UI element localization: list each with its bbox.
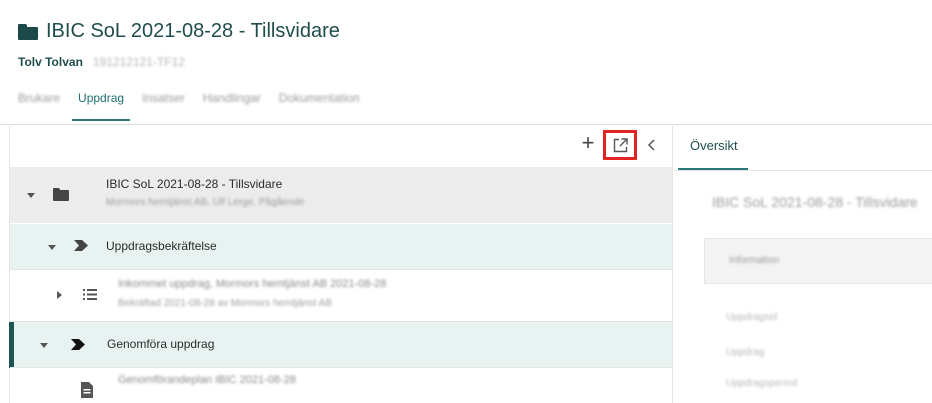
information-section[interactable]: Information (704, 238, 932, 284)
tree-row-subtitle: Bekräftad 2021-08-28 av Mormors hemtjäns… (118, 298, 332, 309)
tree-row-incoming-assignment[interactable]: Inkommet uppdrag, Mormors hemtjänst AB 2… (10, 269, 672, 321)
add-button[interactable]: + (578, 132, 598, 156)
tree-row-title: Genomföra uppdrag (107, 337, 215, 351)
list-icon (83, 289, 97, 300)
tree-panel: + IBIC SoL 2021-08-28 - Tillsvidare Morm… (9, 126, 673, 403)
section-label: Information (729, 255, 780, 266)
tree-row-execute-assignment[interactable]: Genomföra uppdrag (9, 321, 672, 368)
person-id: 191212121-TF12 (92, 55, 185, 69)
chevron-step-icon (74, 240, 88, 251)
tree-row-title: Inkommet uppdrag, Mormors hemtjänst AB 2… (118, 278, 387, 290)
person-name[interactable]: Tolv Tolvan (18, 55, 83, 69)
expand-caret-icon[interactable] (27, 193, 35, 198)
tree-row-confirmation[interactable]: Uppdragsbekräftelse (10, 223, 672, 269)
expand-caret-icon[interactable] (40, 343, 48, 348)
page-title: IBIC SoL 2021-08-28 - Tillsvidare (46, 20, 340, 42)
overview-panel: Översikt IBIC SoL 2021-08-28 - Tillsvida… (674, 126, 932, 403)
page-header: IBIC SoL 2021-08-28 - Tillsvidare Tolv T… (0, 0, 932, 125)
tab-insatser[interactable]: Insatser (142, 85, 185, 125)
tab-handlingar[interactable]: Handlingar (203, 85, 261, 125)
field-label: Uppdrag (726, 347, 765, 358)
field-label: Uppdragsperiod (726, 378, 798, 389)
tab-oversikt[interactable]: Översikt (678, 126, 748, 170)
tab-dokumentation[interactable]: Dokumentation (279, 85, 360, 125)
tab-uppdrag[interactable]: Uppdrag (72, 85, 131, 125)
folder-icon (18, 23, 38, 40)
field-label: Uppdragsid (726, 312, 778, 323)
folder-icon (53, 188, 69, 201)
collapse-panel-button[interactable] (644, 135, 660, 155)
tree-row-subtitle: Mormors hemtjänst AB, Ulf Lerge, Pågåend… (106, 197, 305, 208)
chevron-left-icon (647, 139, 655, 151)
tree-row-plan[interactable]: Genomförandeplan IBIC 2021-08-28 (10, 367, 672, 403)
document-icon (81, 382, 93, 398)
tree-row-title: Genomförandeplan IBIC 2021-08-28 (118, 374, 296, 386)
expand-caret-icon[interactable] (48, 245, 56, 250)
open-in-new-window-button[interactable] (603, 130, 637, 160)
person-info: Tolv Tolvan 191212121-TF12 (18, 55, 185, 69)
chevron-step-icon (71, 339, 85, 350)
divider (674, 170, 932, 171)
selected-indicator (9, 322, 14, 368)
expand-caret-icon[interactable] (57, 291, 62, 299)
open-external-icon (613, 138, 628, 153)
tree-row-case[interactable]: IBIC SoL 2021-08-28 - Tillsvidare Mormor… (10, 167, 672, 223)
title-row: IBIC SoL 2021-08-28 - Tillsvidare (18, 20, 340, 43)
tab-brukare[interactable]: Brukare (18, 85, 60, 125)
tree-row-title: Uppdragsbekräftelse (106, 239, 217, 253)
main-tabs: Brukare Uppdrag Insatser Handlingar Doku… (18, 85, 378, 125)
tree-row-title: IBIC SoL 2021-08-28 - Tillsvidare (106, 177, 283, 191)
tree-toolbar: + (10, 126, 672, 166)
overview-heading: IBIC SoL 2021-08-28 - Tillsvidare (712, 194, 918, 210)
